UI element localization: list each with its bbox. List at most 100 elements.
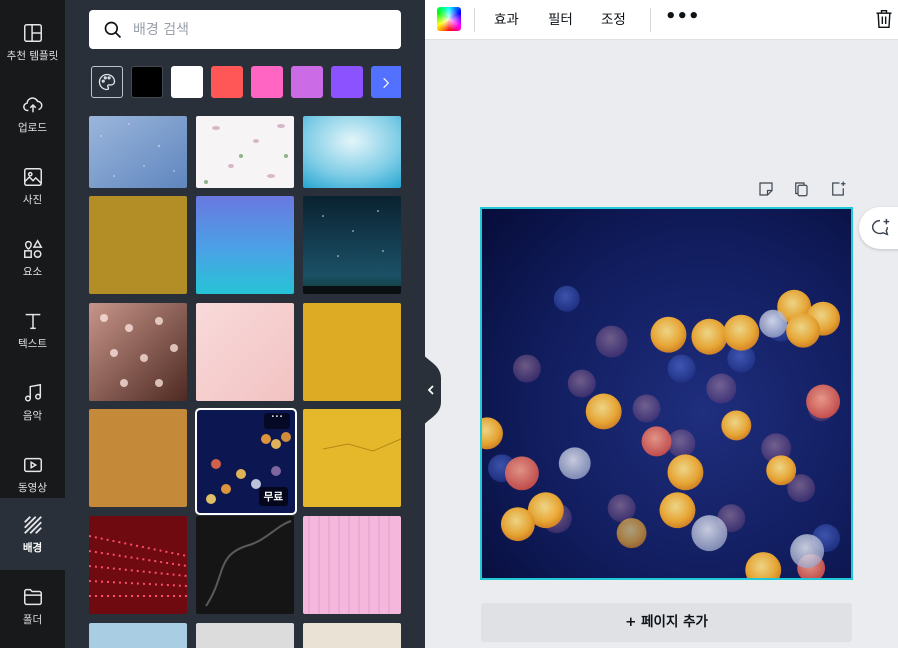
- grey-light-thumbnail: [196, 623, 294, 648]
- background-tile[interactable]: [196, 116, 294, 188]
- add-page-button[interactable]: + 페이지 추가: [481, 603, 852, 642]
- background-tile[interactable]: [196, 623, 294, 648]
- background-tile[interactable]: [89, 116, 187, 188]
- more-options-button[interactable]: ···: [264, 411, 290, 429]
- nav-item-label: 요소: [22, 265, 43, 278]
- background-tile[interactable]: [303, 303, 401, 401]
- light-blue-sky-thumbnail: [89, 623, 187, 648]
- pink-marble-thumbnail: [196, 303, 294, 401]
- background-tile[interactable]: [303, 116, 401, 188]
- palette-icon: [98, 73, 116, 91]
- chevron-left-icon: [421, 348, 441, 432]
- nav-item-label: 추천 템플릿: [6, 49, 59, 62]
- background-tile[interactable]: [89, 196, 187, 294]
- hearts-bokeh-thumbnail: [89, 303, 187, 401]
- nav-item-label: 배경: [22, 541, 43, 554]
- toolbar-divider: [474, 8, 475, 32]
- swatch-pink[interactable]: [251, 66, 283, 98]
- bokeh-lights-image: [482, 209, 851, 578]
- add-comment-button[interactable]: [859, 207, 898, 249]
- adjust-button[interactable]: 조정: [601, 8, 626, 32]
- yellow-wall-thumbnail: [303, 303, 401, 401]
- background-tile[interactable]: [89, 623, 187, 648]
- collapse-panel-button[interactable]: [421, 348, 441, 432]
- nav-item-elements[interactable]: 요소: [0, 222, 65, 294]
- music-note-icon: [24, 383, 41, 402]
- rainbow-color-icon[interactable]: [437, 7, 461, 31]
- effects-button[interactable]: 효과: [494, 8, 519, 32]
- swatch-black[interactable]: [131, 66, 163, 98]
- red-led-thumbnail: [89, 516, 187, 614]
- light-blue-blur-thumbnail: [303, 116, 401, 188]
- swatch-violet[interactable]: [291, 66, 323, 98]
- page-notes-button[interactable]: [757, 180, 777, 200]
- gold-texture-thumbnail: [89, 196, 187, 294]
- background-tile[interactable]: [196, 516, 294, 614]
- background-panel: ··· 무료: [65, 0, 425, 648]
- nav-item-label: 폴더: [22, 613, 43, 626]
- nav-item-upload[interactable]: 업로드: [0, 78, 65, 150]
- color-palette-button[interactable]: [91, 66, 123, 98]
- background-tile[interactable]: [303, 516, 401, 614]
- chevron-right-icon: [383, 77, 390, 89]
- free-badge: 무료: [258, 487, 288, 506]
- duplicate-page-icon: [795, 182, 808, 197]
- trash-icon: [876, 9, 892, 29]
- background-tile[interactable]: [89, 303, 187, 401]
- upload-cloud-icon: [22, 96, 42, 112]
- shapes-icon: [23, 238, 43, 258]
- video-icon: [23, 457, 42, 472]
- nav-item-music[interactable]: 음악: [0, 366, 65, 438]
- background-tile[interactable]: [196, 196, 294, 294]
- blue-ocean-gradient-thumbnail: [196, 196, 294, 294]
- nav-item-templates[interactable]: 추천 템플릿: [0, 6, 65, 78]
- swatch-purple[interactable]: [331, 66, 363, 98]
- night-sky-thumbnail: [303, 196, 401, 294]
- black-smoke-thumbnail: [196, 516, 294, 614]
- more-options-button[interactable]: •••: [665, 8, 700, 32]
- add-comment-icon: [871, 218, 890, 236]
- nav-item-text[interactable]: 텍스트: [0, 294, 65, 366]
- template-icon: [23, 23, 42, 42]
- nav-item-label: 동영상: [18, 481, 47, 494]
- pink-stripes-thumbnail: [303, 516, 401, 614]
- duplicate-page-button[interactable]: [792, 180, 812, 200]
- nav-item-photos[interactable]: 사진: [0, 150, 65, 222]
- yellow-crack-thumbnail: [303, 409, 401, 507]
- add-page-icon: [832, 181, 846, 196]
- search-box[interactable]: [89, 10, 401, 49]
- blue-glitter-thumbnail: [89, 116, 187, 188]
- background-tile[interactable]: [303, 409, 401, 507]
- sand-thumbnail: [303, 623, 401, 648]
- swatch-scroll-right-button[interactable]: [371, 66, 401, 100]
- swatch-white[interactable]: [171, 66, 203, 98]
- text-icon: [25, 313, 40, 329]
- nav-item-label: 사진: [22, 193, 43, 206]
- nav-item-label: 텍스트: [18, 337, 47, 350]
- design-canvas[interactable]: [480, 207, 853, 580]
- photo-icon: [23, 167, 42, 186]
- orange-paper-thumbnail: [89, 409, 187, 507]
- background-tile-selected[interactable]: ··· 무료: [195, 408, 297, 515]
- search-input[interactable]: [133, 21, 383, 38]
- top-toolbar: 효과 필터 조정 •••: [425, 0, 898, 40]
- left-nav: 추천 템플릿 업로드 사진 요소 텍스트 음악 동영상 배경 폴더: [0, 0, 65, 648]
- add-page-button[interactable]: [829, 180, 849, 200]
- nav-item-label: 음악: [22, 409, 43, 422]
- background-tile[interactable]: [303, 196, 401, 294]
- nav-item-label: 업로드: [18, 121, 47, 134]
- filter-button[interactable]: 필터: [548, 8, 573, 32]
- nav-item-background[interactable]: 배경: [0, 498, 65, 570]
- toolbar-divider: [650, 8, 651, 32]
- background-tile[interactable]: [303, 623, 401, 648]
- note-icon: [759, 182, 773, 196]
- background-tile[interactable]: [89, 409, 187, 507]
- delete-button[interactable]: [874, 8, 894, 30]
- search-icon: [104, 21, 122, 38]
- nav-item-folder[interactable]: 폴더: [0, 570, 65, 642]
- background-tile[interactable]: [196, 303, 294, 401]
- background-pattern-icon: [23, 515, 42, 534]
- swatch-red[interactable]: [211, 66, 243, 98]
- background-tile[interactable]: [89, 516, 187, 614]
- white-petals-thumbnail: [196, 116, 294, 188]
